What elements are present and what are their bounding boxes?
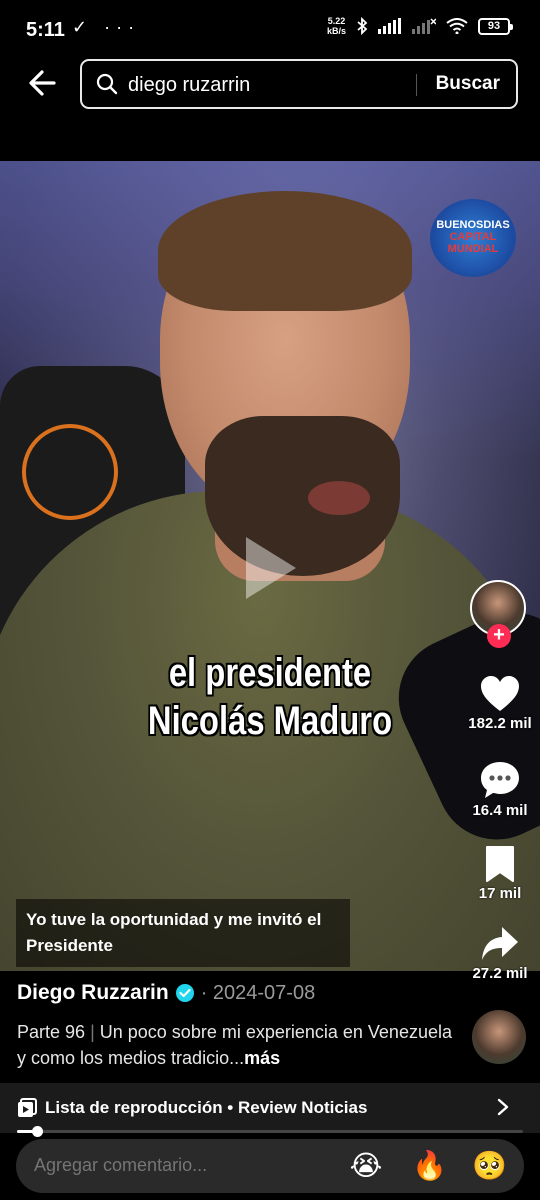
search-header: Buscar [0,56,540,112]
person-hair [158,191,412,311]
share-icon [482,927,518,960]
chair-logo-icon [22,424,118,520]
overlay-line-1: el presidente [168,651,372,695]
like-count: 182.2 mil [468,715,532,732]
person-mouth [308,481,370,515]
net-speed: 5.22 kB/s [327,16,346,36]
net-speed-unit: kB/s [326,26,346,36]
back-arrow-icon[interactable] [24,64,62,102]
like-button[interactable]: 182.2 mil [460,675,540,732]
status-bar: 5:11 ✓ ··· 5.22 kB/s 93 [0,0,540,62]
overlay-line-2: Nicolás Maduro [147,699,393,743]
share-button[interactable]: 27.2 mil [460,925,540,982]
comment-count: 16.4 mil [472,802,528,819]
search-icon [96,73,118,95]
channel-logo-top: BUENOSDIAS [436,219,510,231]
follow-plus-icon[interactable]: + [487,624,511,648]
save-button[interactable]: 17 mil [460,845,540,902]
author-row: Diego Ruzzarin · 2024-07-08 [17,981,315,1005]
comment-button[interactable]: 16.4 mil [460,760,540,819]
bluetooth-icon [357,17,368,35]
auto-caption: Yo tuve la oportunidad y me invitó el Pr… [16,899,350,967]
playlist-bar[interactable]: Lista de reproducción • Review Noticias [0,1083,540,1133]
net-speed-value: 5.22 [327,16,346,26]
battery-icon: 93 [478,17,513,35]
play-icon[interactable] [240,533,300,603]
comment-icon [481,762,519,798]
video-progress-bar[interactable] [17,1126,523,1137]
signal-icon [378,18,401,34]
status-right-icons: 5.22 kB/s 93 [327,16,513,36]
share-count: 27.2 mil [472,965,528,982]
post-description[interactable]: Parte 96 | Un poco sobre mi experiencia … [17,1019,457,1071]
post-date: · 2024-07-08 [200,981,316,1004]
search-box[interactable]: Buscar [80,59,518,109]
part-label: Parte 96 [17,1022,86,1042]
bookmark-icon [486,846,514,882]
author-thumbnail[interactable] [472,1010,526,1064]
notification-icons: ✓ ··· [72,17,141,37]
search-input[interactable] [128,73,428,97]
progress-thumb[interactable] [32,1126,44,1137]
pleading-emoji-button[interactable]: 🥺 [472,1149,507,1183]
playlist-icon [18,1098,37,1117]
save-count: 17 mil [478,885,522,902]
channel-logo: BUENOSDIAS CAPITAL MUNDIAL [430,199,516,277]
comment-input[interactable] [34,1155,314,1176]
more-link[interactable]: más [244,1048,280,1068]
video-overlay-text: el presidente Nicolás Maduro [49,649,492,745]
part-separator: | [90,1022,95,1042]
creator-avatar[interactable]: + [470,580,528,650]
comment-bar[interactable]: 😭 🔥 🥺 [16,1139,524,1193]
video-player[interactable]: BUENOSDIAS CAPITAL MUNDIAL el presidente… [0,161,540,971]
status-time: 5:11 [26,19,65,41]
person-beard [205,416,400,576]
signal-2-icon [412,18,436,34]
channel-logo-bottom: CAPITAL MUNDIAL [447,231,499,255]
chevron-right-icon [497,1098,509,1116]
fire-emoji-button[interactable]: 🔥 [412,1149,447,1183]
heart-icon [481,676,519,711]
author-name[interactable]: Diego Ruzzarin [17,981,169,1005]
playlist-label: Lista de reproducción • Review Noticias [45,1098,368,1117]
search-divider [416,74,417,96]
search-button[interactable]: Buscar [436,73,500,95]
crying-emoji-button[interactable]: 😭 [349,1149,383,1183]
wifi-icon [446,18,468,34]
verified-badge-icon [175,984,194,1002]
